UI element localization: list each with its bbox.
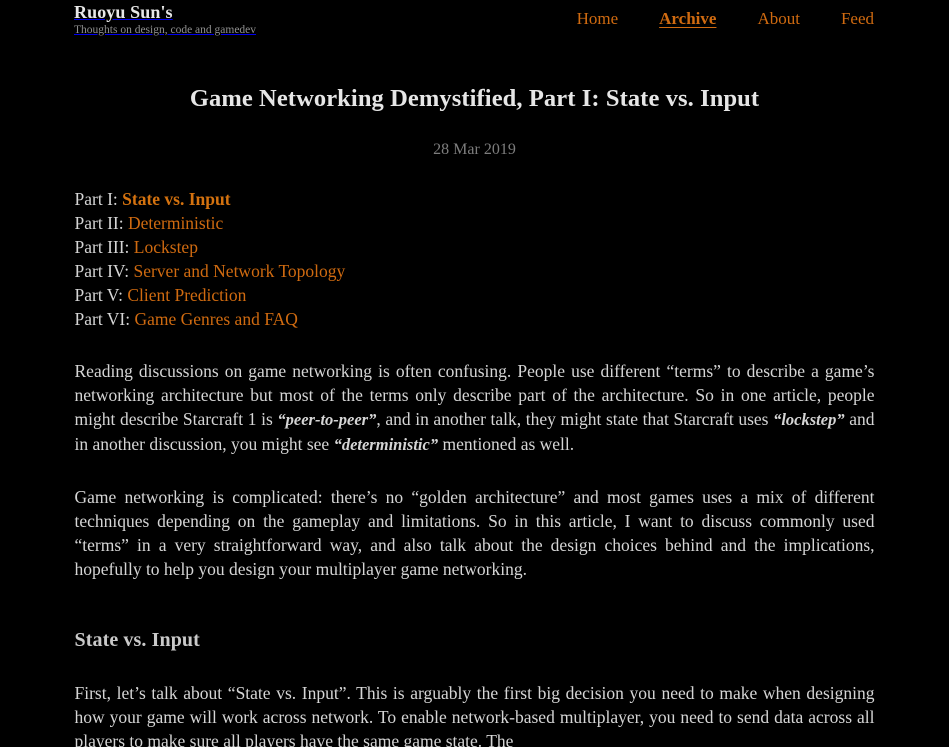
post-date: 28 Mar 2019 xyxy=(433,140,516,158)
site-brand-title: Ruoyu Sun's xyxy=(74,2,173,22)
nav-link-archive[interactable]: Archive xyxy=(659,9,716,29)
list-item: Part I: State vs. Input xyxy=(75,187,875,211)
main-navigation: Home Archive About Feed xyxy=(577,9,874,29)
series-part-list: Part I: State vs. Input Part II: Determi… xyxy=(75,187,875,331)
emphasis-peer-to-peer: “peer-to-peer” xyxy=(277,409,377,429)
emphasis-lockstep: “lockstep” xyxy=(773,409,845,429)
part-link-lockstep[interactable]: Lockstep xyxy=(134,237,198,257)
post-paragraph-3: First, let’s talk about “State vs. Input… xyxy=(74,682,875,747)
nav-link-feed[interactable]: Feed xyxy=(841,9,874,29)
list-item: Part IV: Server and Network Topology xyxy=(75,259,875,283)
post-body: Part I: State vs. Input Part II: Determi… xyxy=(75,187,875,747)
post-paragraph-1: Reading discussions on game networking i… xyxy=(75,359,875,457)
nav-link-home[interactable]: Home xyxy=(577,9,619,29)
part-label: Part V: xyxy=(74,284,128,305)
paragraph-1-segment-4: mentioned as well. xyxy=(438,433,575,454)
part-link-server-and-network-topology[interactable]: Server and Network Topology xyxy=(133,261,345,281)
part-label: Part VI: xyxy=(74,308,135,329)
site-header: Ruoyu Sun's Thoughts on design, code and… xyxy=(0,0,949,42)
post-title: Game Networking Demystified, Part I: Sta… xyxy=(189,85,760,112)
site-brand-tagline: Thoughts on design, code and gamedev xyxy=(74,23,257,36)
part-label: Part IV: xyxy=(74,260,134,281)
list-item: Part VI: Game Genres and FAQ xyxy=(75,307,875,331)
part-link-deterministic[interactable]: Deterministic xyxy=(128,213,223,233)
list-item: Part III: Lockstep xyxy=(75,235,875,259)
site-brand[interactable]: Ruoyu Sun's Thoughts on design, code and… xyxy=(74,2,257,36)
post-paragraph-2: Game networking is complicated: there’s … xyxy=(74,486,875,579)
emphasis-deterministic: “deterministic” xyxy=(333,434,439,454)
part-label: Part II: xyxy=(74,212,128,233)
post-container: Game Networking Demystified, Part I: Sta… xyxy=(75,42,875,747)
nav-link-about[interactable]: About xyxy=(757,9,800,29)
section-heading-state-vs-input: State vs. Input xyxy=(74,628,200,651)
part-link-game-genres-and-faq[interactable]: Game Genres and FAQ xyxy=(134,309,297,329)
list-item: Part V: Client Prediction xyxy=(75,283,875,307)
part-label: Part I: xyxy=(74,188,123,209)
part-link-state-vs-input[interactable]: State vs. Input xyxy=(122,189,230,209)
paragraph-1-segment-2: , and in another talk, they might state … xyxy=(376,408,774,429)
part-link-client-prediction[interactable]: Client Prediction xyxy=(127,285,246,305)
part-label: Part III: xyxy=(74,236,134,257)
list-item: Part II: Deterministic xyxy=(75,211,875,235)
